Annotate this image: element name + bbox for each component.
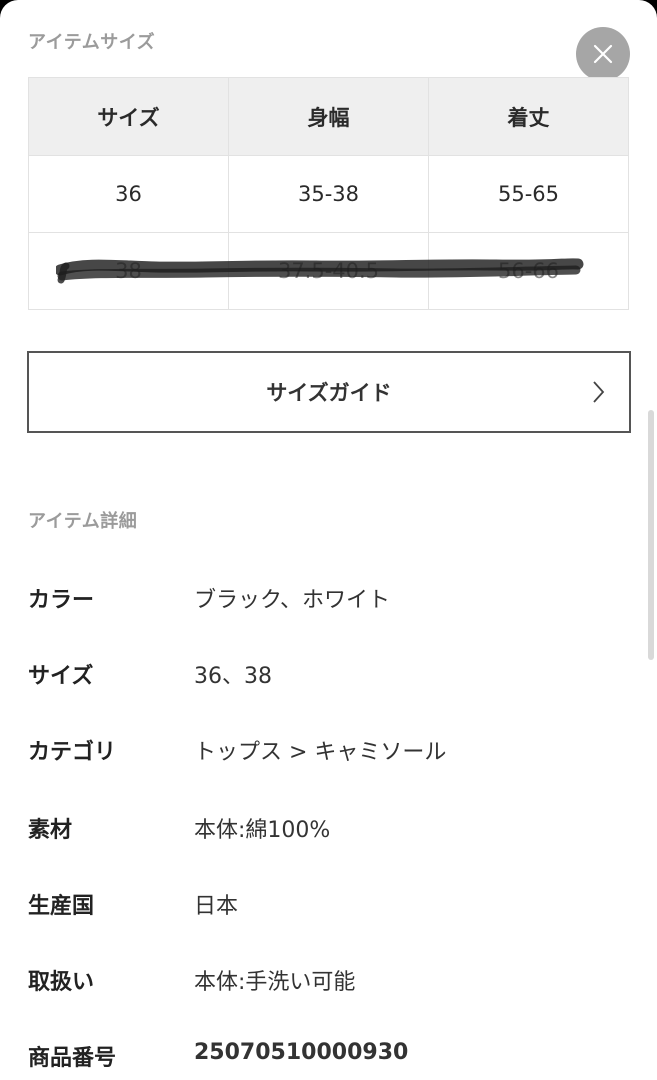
detail-value: 本体:手洗い可能 [194,970,356,995]
item-size-section-title: アイテムサイズ [28,32,156,53]
detail-value: 日本 [194,894,239,919]
detail-value: 25070510000930 [194,1040,409,1065]
table-cell: 37.5-40.5 [228,232,429,310]
table-cell: 36 [28,155,229,233]
size-guide-button[interactable]: サイズガイド [27,351,631,433]
detail-row-category: カテゴリ トップス > キャミソール [28,734,628,774]
close-icon [593,44,613,64]
detail-row-product-number: 商品番号 25070510000930 [28,1040,628,1080]
detail-label: サイズ [28,664,94,689]
table-cell: 38 [28,232,229,310]
size-table: サイズ 身幅 着丈 36 35-38 55-65 38 37.5-40.5 56… [28,77,629,310]
size-guide-label: サイズガイド [266,381,392,405]
size-table-header-row: サイズ 身幅 着丈 [28,77,629,156]
detail-value: トップス > キャミソール [194,740,447,765]
size-table-header-length: 着丈 [428,77,629,156]
detail-row-color: カラー ブラック、ホワイト [28,582,628,622]
detail-row-size: サイズ 36、38 [28,658,628,698]
close-button[interactable] [576,27,630,81]
detail-label: カテゴリ [28,740,117,765]
item-details-section-title: アイテム詳細 [28,511,138,532]
detail-value: 36、38 [194,664,272,689]
detail-value: ブラック、ホワイト [194,588,391,613]
scrollbar[interactable] [648,410,654,660]
detail-label: 取扱い [28,970,95,995]
detail-label: 商品番号 [28,1046,117,1071]
table-row: 36 35-38 55-65 [28,155,629,233]
table-cell: 56-66 [428,232,629,310]
size-table-header-size: サイズ [28,77,229,156]
chevron-right-icon [593,381,605,403]
detail-value: 本体:綿100% [194,818,331,843]
table-cell: 55-65 [428,155,629,233]
detail-label: カラー [28,588,95,613]
detail-row-material: 素材 本体:綿100% [28,812,628,852]
table-row: 38 37.5-40.5 56-66 [28,232,629,310]
detail-label: 素材 [28,818,73,843]
table-cell: 35-38 [228,155,429,233]
size-table-header-width: 身幅 [228,77,429,156]
item-info-sheet: アイテムサイズ サイズ 身幅 着丈 36 35-38 55-65 38 37.5… [0,0,657,1080]
detail-label: 生産国 [28,894,95,919]
detail-row-care: 取扱い 本体:手洗い可能 [28,964,628,1004]
detail-row-country: 生産国 日本 [28,888,628,928]
